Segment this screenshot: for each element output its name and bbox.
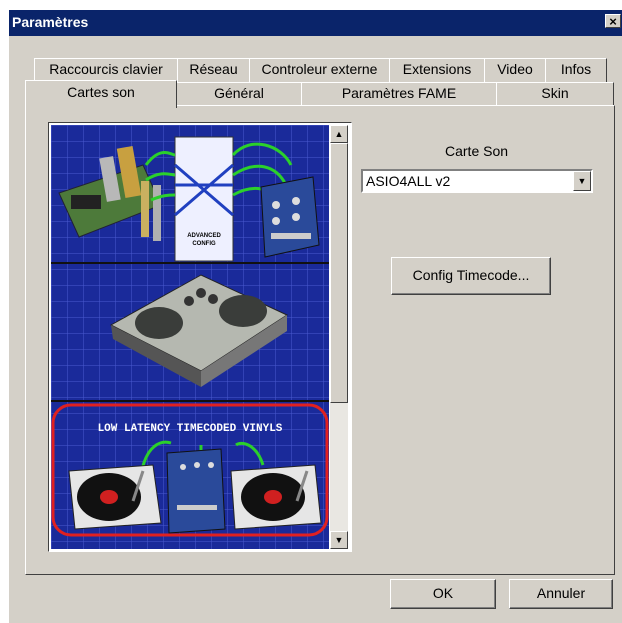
dialog-window: Paramètres × Raccourcis clavier Réseau C… (9, 10, 622, 623)
config-timecode-button[interactable]: Config Timecode... (391, 257, 551, 295)
scroll-down-button[interactable]: ▼ (330, 531, 348, 549)
tab-label: Réseau (189, 61, 238, 77)
title-bar[interactable]: Paramètres × (9, 10, 622, 36)
illustration: ADVANCED CONFIG LOW LATENCY TIMECODED VI… (51, 125, 329, 549)
ok-button[interactable]: OK (390, 579, 496, 609)
tab-label: Video (497, 61, 533, 77)
cancel-button[interactable]: Annuler (509, 579, 613, 609)
chevron-down-icon: ▼ (577, 176, 587, 186)
tab-label: Cartes son (67, 84, 135, 100)
tab-cartes-son[interactable]: Cartes son (25, 80, 177, 108)
scroll-thumb[interactable] (330, 143, 348, 403)
tab-label: Paramètres FAME (341, 85, 457, 101)
mixer-icon (260, 176, 320, 258)
banner-text: LOW LATENCY TIMECODED VINYLS (98, 423, 283, 435)
arrow-up-icon: ▲ (334, 129, 344, 139)
tab-skin[interactable]: Skin (496, 82, 614, 106)
routing-panel: ADVANCED CONFIG (174, 136, 234, 262)
tab-parametres-fame[interactable]: Paramètres FAME (301, 82, 497, 106)
tab-raccourcis-clavier[interactable]: Raccourcis clavier (34, 58, 178, 82)
sound-card-select[interactable]: ASIO4ALL v2 ▼ (361, 169, 593, 193)
tab-label: Infos (560, 61, 592, 77)
sound-card-value: ASIO4ALL v2 (366, 173, 451, 189)
dropdown-button[interactable]: ▼ (573, 171, 591, 191)
arrow-down-icon: ▼ (334, 535, 344, 545)
close-icon: × (609, 14, 617, 29)
tab-label: Raccourcis clavier (49, 61, 163, 77)
tab-reseau[interactable]: Réseau (177, 58, 250, 82)
window-title: Paramètres (12, 14, 89, 30)
vertical-scrollbar[interactable]: ▲ ▼ (330, 125, 348, 549)
tab-extensions[interactable]: Extensions (389, 58, 485, 82)
tab-label: Extensions (402, 61, 472, 77)
button-label: Annuler (536, 585, 586, 601)
scroll-up-button[interactable]: ▲ (330, 125, 348, 143)
tab-label: Général (214, 85, 264, 101)
button-label: OK (432, 585, 454, 601)
svg-text:ADVANCED: ADVANCED (187, 233, 221, 239)
button-label: Config Timecode... (412, 267, 530, 283)
center-mixer-icon (166, 448, 226, 534)
tab-general[interactable]: Général (176, 82, 302, 106)
sound-card-label: Carte Son (445, 143, 509, 159)
svg-text:CONFIG: CONFIG (192, 241, 216, 247)
sound-setup-illustration: ADVANCED CONFIG LOW LATENCY TIMECODED VI… (51, 125, 329, 549)
turntable-left-icon (68, 464, 162, 530)
tab-controleur-externe[interactable]: Controleur externe (249, 58, 390, 82)
close-button[interactable]: × (605, 14, 621, 28)
illustration-frame: ADVANCED CONFIG LOW LATENCY TIMECODED VI… (48, 122, 352, 552)
tab-label: Skin (541, 85, 569, 101)
tab-infos[interactable]: Infos (545, 58, 607, 82)
tab-label: Controleur externe (261, 61, 378, 77)
tab-video[interactable]: Video (484, 58, 546, 82)
turntable-right-icon (230, 464, 322, 530)
